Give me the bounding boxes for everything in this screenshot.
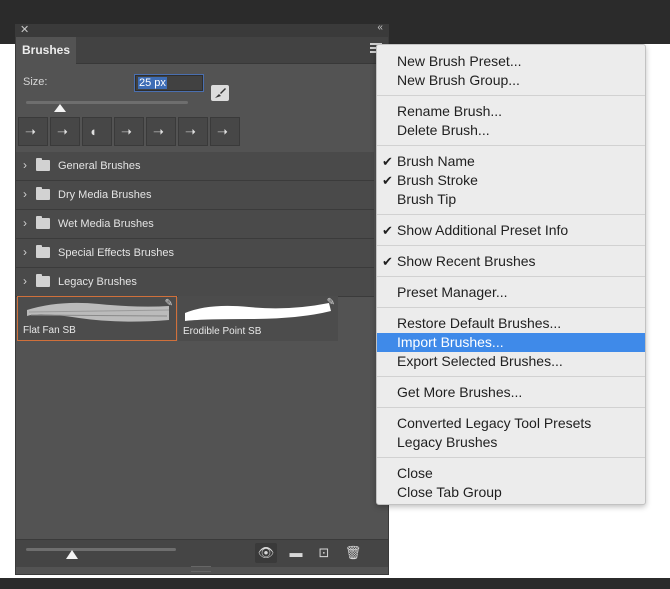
brush-tip-4[interactable]: ➝ [114,117,144,146]
group-label: Wet Media Brushes [58,218,154,230]
checkmark-icon: ✔ [382,173,393,188]
new-group-icon[interactable]: ▬ [285,543,307,563]
menu-item-delete-brush[interactable]: Delete Brush... [377,121,645,140]
brush-icon [215,88,226,98]
folder-icon [36,274,50,287]
menu-item-rename-brush[interactable]: Rename Brush... [377,102,645,121]
chevron-right-icon: › [23,158,27,172]
size-slider-thumb[interactable] [54,104,66,112]
chevron-right-icon: › [23,187,27,201]
menu-separator [377,214,645,215]
group-label: Special Effects Brushes [58,247,174,259]
size-input[interactable]: 25 px [134,74,204,92]
brush-tip-5[interactable]: ➝ [146,117,176,146]
menu-separator [377,245,645,246]
chevron-right-icon: › [23,245,27,259]
menu-item-import-brushes[interactable]: Import Brushes... [377,333,645,352]
folder-icon [36,245,50,258]
brush-preset-flat-fan[interactable]: ✎ Flat Fan SB [17,296,177,341]
menu-separator [377,457,645,458]
panel-titlebar: ✕ ‹‹ [16,22,388,37]
menu-item-restore-default-brushes[interactable]: Restore Default Brushes... [377,314,645,333]
menu-item-new-brush-preset[interactable]: New Brush Preset... [377,52,645,71]
brush-settings-button[interactable] [211,85,229,101]
brush-stroke-preview [27,302,170,322]
size-value: 25 px [138,77,167,89]
collapse-icon[interactable]: ‹‹ [377,22,383,33]
menu-separator [377,407,645,408]
menu-item-brush-name[interactable]: ✔ Brush Name [377,152,645,171]
folder-icon [36,216,50,229]
recent-brush-tips: ➝ ➝ ◖ ➝ ➝ ➝ ➝ [16,117,242,148]
brush-group-general[interactable]: › General Brushes [16,152,374,181]
new-brush-icon[interactable]: ⊡ [313,543,335,563]
size-slider[interactable] [26,101,188,104]
panel-flyout-menu: New Brush Preset... New Brush Group... R… [376,44,646,505]
group-label: Legacy Brushes [58,276,137,288]
menu-item-brush-tip[interactable]: Brush Tip [377,190,645,209]
brush-group-dry-media[interactable]: › Dry Media Brushes [16,181,374,210]
checkmark-icon: ✔ [382,154,393,169]
checkmark-icon: ✔ [382,223,393,238]
brush-group-legacy[interactable]: › Legacy Brushes [16,268,374,297]
panel-tab-row: Brushes [16,37,388,64]
eye-icon[interactable]: 👁 [255,543,277,563]
preset-label: Erodible Point SB [183,326,262,337]
folder-icon [36,158,50,171]
preset-label: Flat Fan SB [23,325,76,336]
tab-brushes[interactable]: Brushes [16,37,76,64]
brush-group-wet-media[interactable]: › Wet Media Brushes [16,210,374,239]
chevron-right-icon: › [23,216,27,230]
menu-separator [377,307,645,308]
menu-separator [377,276,645,277]
menu-item-close-tab-group[interactable]: Close Tab Group [377,483,645,502]
close-panel-icon[interactable]: ✕ [20,23,29,36]
menu-separator [377,95,645,96]
menu-item-get-more-brushes[interactable]: Get More Brushes... [377,383,645,402]
preview-size-slider-thumb[interactable] [66,550,78,559]
checkmark-icon: ✔ [382,254,393,269]
menu-item-new-brush-group[interactable]: New Brush Group... [377,71,645,90]
app-bottom-bar [0,578,670,589]
menu-separator [377,376,645,377]
menu-item-close[interactable]: Close [377,464,645,483]
group-label: Dry Media Brushes [58,189,152,201]
menu-separator [377,145,645,146]
trash-icon[interactable]: 🗑 [342,543,364,563]
brush-tip-1[interactable]: ➝ [18,117,48,146]
brush-tip-2[interactable]: ➝ [50,117,80,146]
chevron-right-icon: › [23,274,27,288]
brush-group-special-effects[interactable]: › Special Effects Brushes [16,239,374,268]
menu-item-export-selected-brushes[interactable]: Export Selected Brushes... [377,352,645,371]
brush-tip-3[interactable]: ◖ [82,117,112,146]
menu-item-preset-manager[interactable]: Preset Manager... [377,283,645,302]
group-label: General Brushes [58,160,141,172]
brush-tip-7[interactable]: ➝ [210,117,240,146]
panel-footer: 👁 ▬ ⊡ 🗑 [16,539,388,567]
resize-grip[interactable] [191,566,211,572]
brush-stroke-preview [185,303,331,321]
size-label: Size: [23,76,48,88]
menu-item-converted-legacy-tool-presets[interactable]: Converted Legacy Tool Presets [377,414,645,433]
brush-preset-erodible-point[interactable]: ✎ Erodible Point SB [178,296,338,341]
brushes-panel: ✕ ‹‹ Brushes Size: 25 px ➝ ➝ ◖ ➝ ➝ ➝ ➝ ›… [15,22,389,575]
menu-item-legacy-brushes[interactable]: Legacy Brushes [377,433,645,452]
menu-item-show-recent-brushes[interactable]: ✔ Show Recent Brushes [377,252,645,271]
folder-icon [36,187,50,200]
preview-size-slider[interactable] [26,548,176,551]
brush-edit-icon: ✎ [326,297,335,308]
brush-tip-6[interactable]: ➝ [178,117,208,146]
menu-item-brush-stroke[interactable]: ✔ Brush Stroke [377,171,645,190]
brush-edit-icon: ✎ [164,298,173,309]
menu-item-show-additional-preset-info[interactable]: ✔ Show Additional Preset Info [377,221,645,240]
